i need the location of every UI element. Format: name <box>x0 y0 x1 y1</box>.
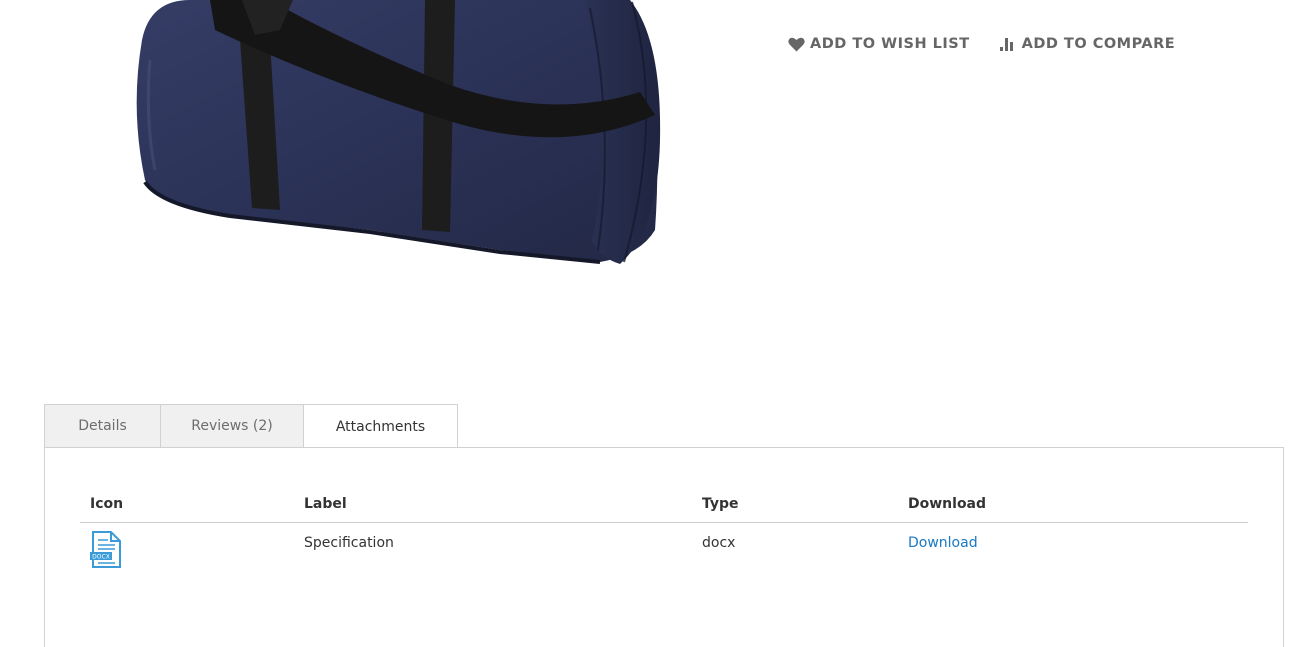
duffle-bag-image <box>136 0 661 264</box>
tab-details[interactable]: Details <box>44 404 160 448</box>
add-to-compare-link[interactable]: ADD TO COMPARE <box>999 36 1176 52</box>
attachment-label-cell: Specification <box>304 535 394 551</box>
product-image[interactable] <box>120 0 680 280</box>
heart-icon <box>788 37 805 52</box>
add-to-wish-list-link[interactable]: ADD TO WISH LIST <box>788 36 970 52</box>
attachments-table: Icon Label Type Download DOCX Specificat… <box>80 492 1248 585</box>
column-header-label: Label <box>294 492 692 523</box>
product-info-tabs: Details Reviews (2) Attachments <box>44 404 458 449</box>
attachment-type-cell: docx <box>702 535 736 551</box>
product-social-links: ADD TO WISH LIST ADD TO COMPARE <box>788 36 1175 52</box>
column-header-type: Type <box>692 492 898 523</box>
docx-file-icon: DOCX <box>90 531 122 573</box>
attachments-panel: Icon Label Type Download DOCX Specificat… <box>44 447 1284 647</box>
tab-reviews[interactable]: Reviews (2) <box>160 404 303 448</box>
table-row: DOCX Specification docx Download <box>80 523 1248 586</box>
add-to-compare-label: ADD TO COMPARE <box>1021 36 1176 52</box>
column-header-icon: Icon <box>80 492 294 523</box>
table-header-row: Icon Label Type Download <box>80 492 1248 523</box>
attachment-download-cell: Download <box>898 523 1248 586</box>
column-header-download: Download <box>898 492 1248 523</box>
attachment-icon-cell: DOCX <box>80 523 294 586</box>
tab-attachments[interactable]: Attachments <box>303 404 458 449</box>
download-link[interactable]: Download <box>908 535 978 551</box>
compare-bars-icon <box>999 37 1017 52</box>
svg-text:DOCX: DOCX <box>92 554 110 561</box>
add-to-wish-list-label: ADD TO WISH LIST <box>810 36 970 52</box>
